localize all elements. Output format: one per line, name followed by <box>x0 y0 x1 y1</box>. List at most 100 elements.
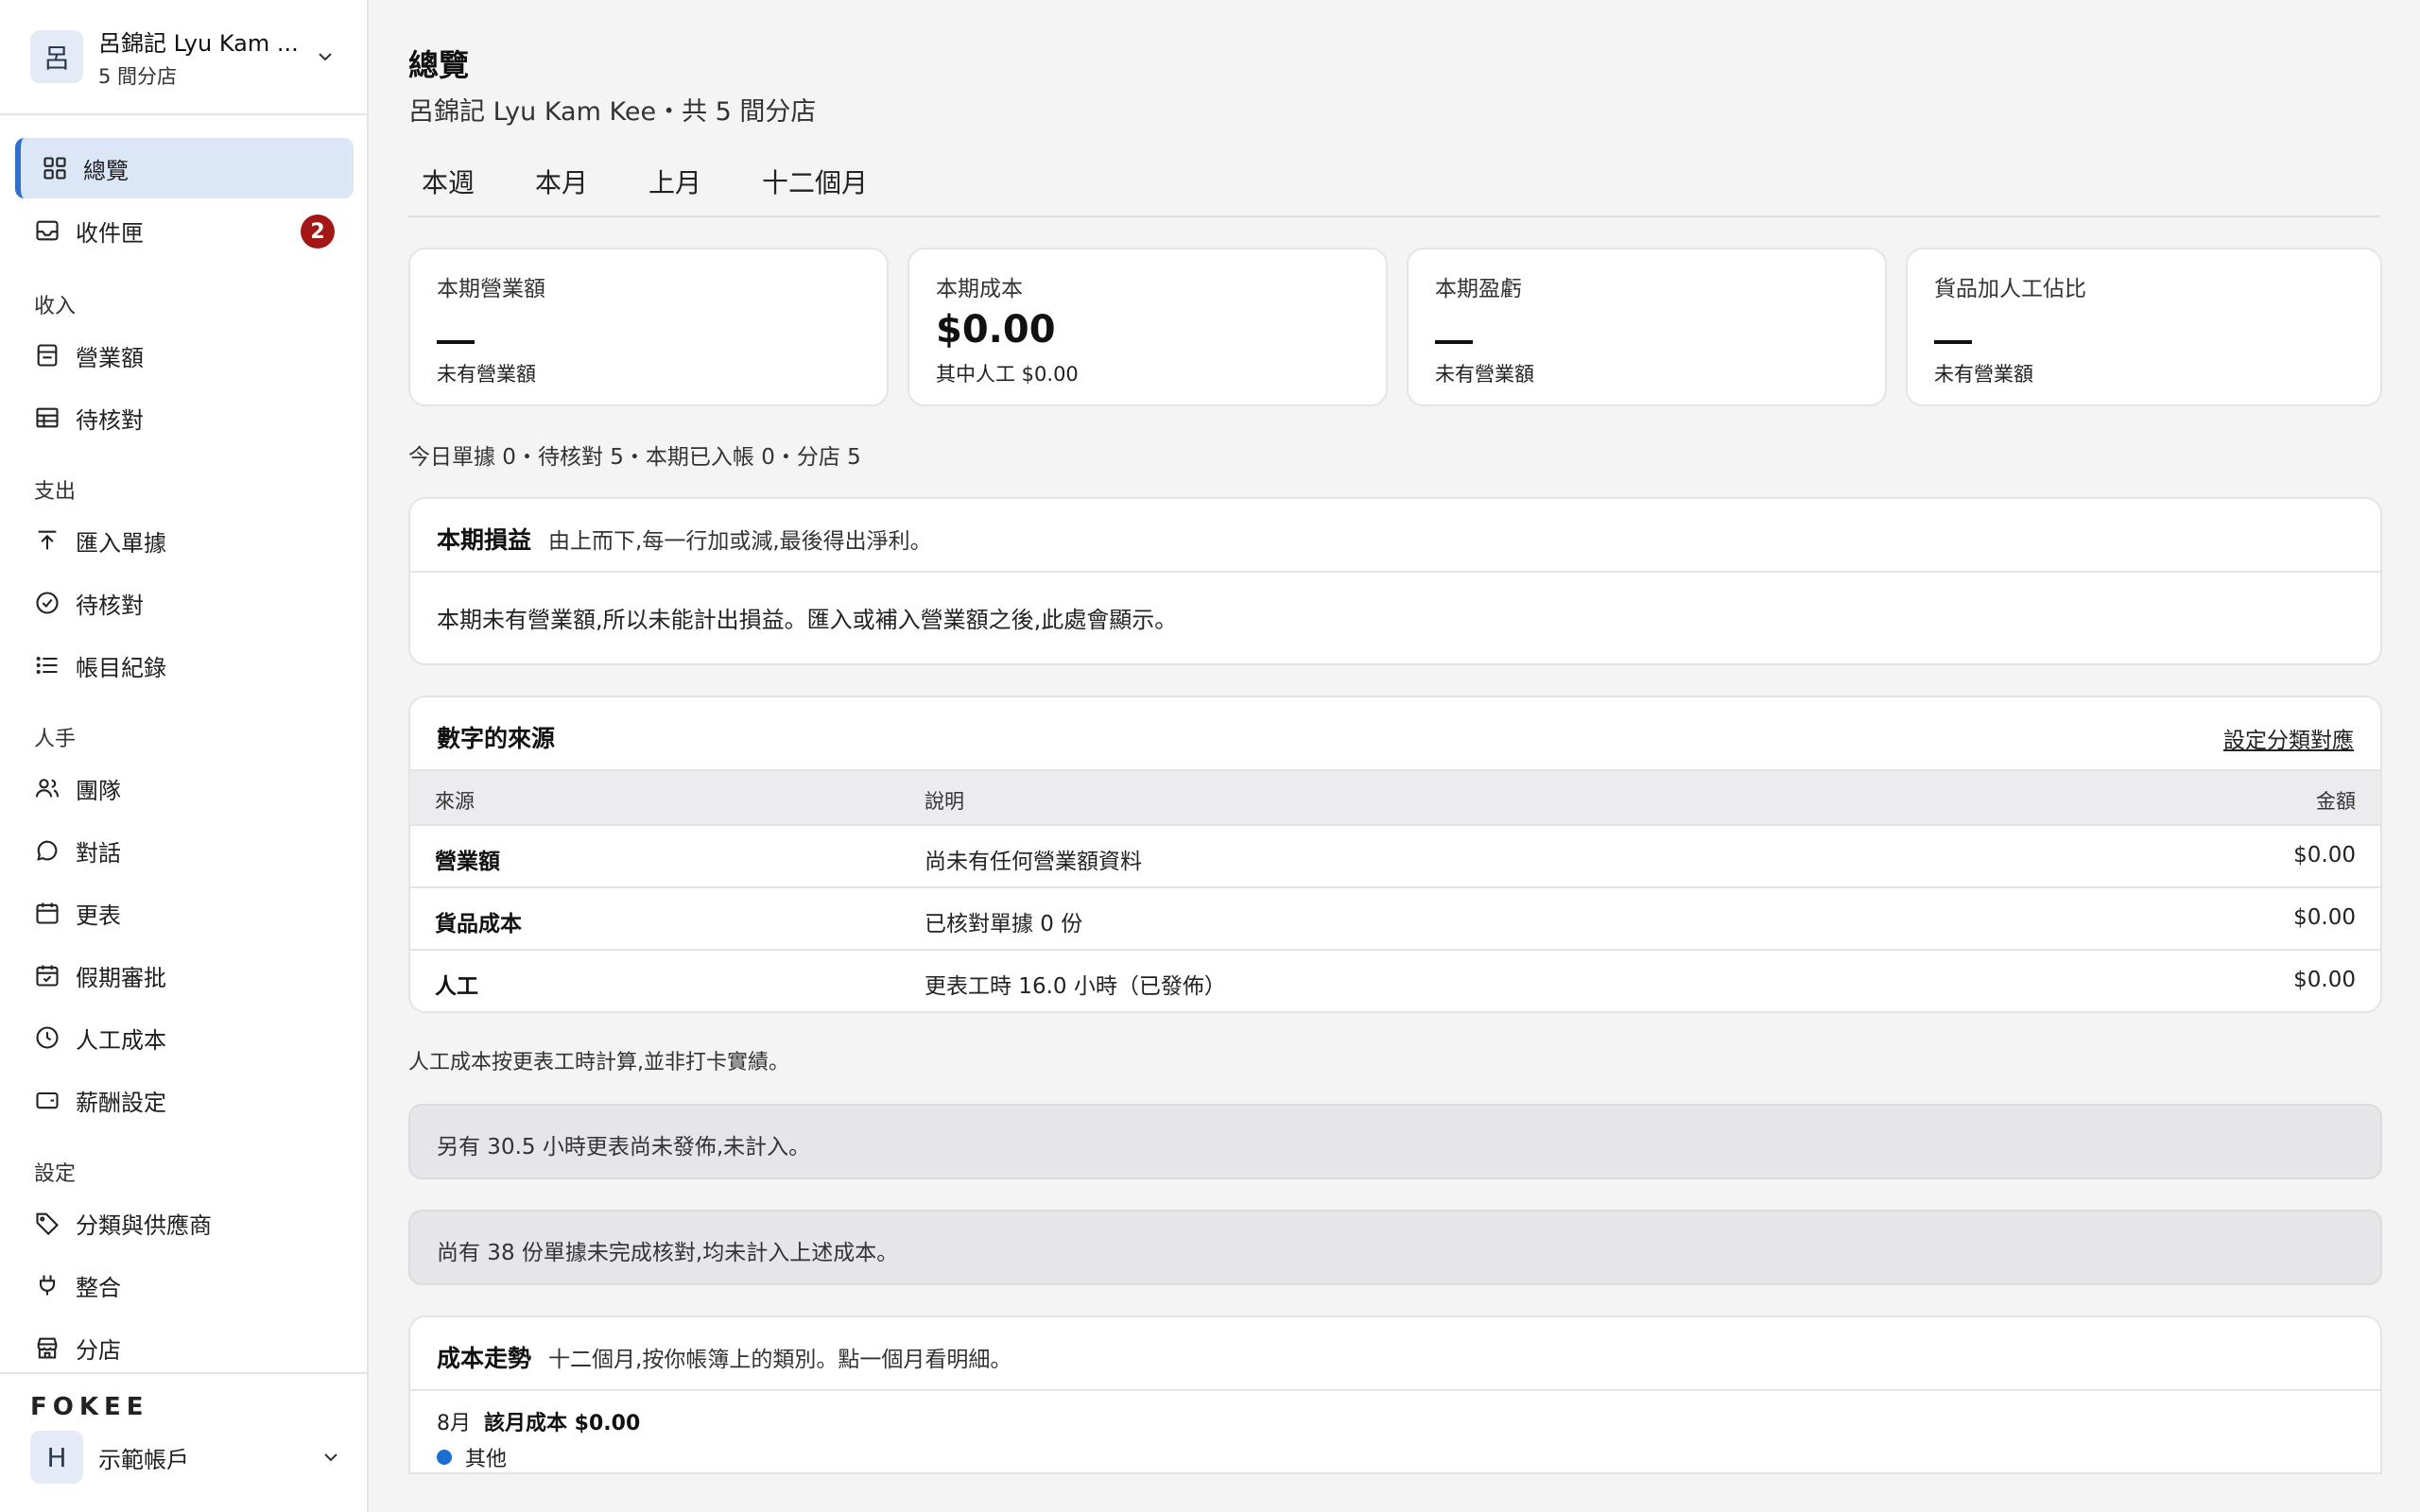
tab-twelve-months[interactable]: 十二個月 <box>762 163 868 200</box>
sidebar-item-ledger[interactable]: 帳目紀錄 <box>15 635 354 696</box>
users-icon <box>35 779 60 798</box>
calendar-icon <box>36 902 59 924</box>
tag-icon <box>36 1212 59 1236</box>
sidebar-item-label: 待核對 <box>76 592 144 619</box>
legend-swatch <box>437 1450 452 1465</box>
section-header-income: 收入 <box>34 295 77 318</box>
sidebar-item-overview[interactable]: 總覽 <box>15 138 354 198</box>
pnl-panel-header: 本期損益 由上而下,每一行加或減,最後得出淨利。 <box>410 499 2380 573</box>
account-switcher[interactable]: H 示範帳戶 <box>30 1427 342 1487</box>
sidebar-item-branches[interactable]: 分店 <box>15 1317 354 1372</box>
sidebar-item-sales[interactable]: 營業額 <box>15 325 354 386</box>
chat-bubble-icon <box>37 840 58 861</box>
period-tabs: 本週 本月 上月 十二個月 <box>408 155 2380 217</box>
row-description: 更表工時 16.0 小時（已發佈） <box>925 974 1226 999</box>
sidebar-item-team[interactable]: 團隊 <box>15 758 354 818</box>
kpi-label: 貨品加人工佔比 <box>1934 277 2086 301</box>
table-icon <box>36 407 59 428</box>
brand-logo: FOKEE <box>30 1393 149 1421</box>
sidebar-item-label: 總覽 <box>83 157 129 184</box>
callout-text: 尚有 38 份單據未完成核對,均未計入上述成本。 <box>437 1241 899 1265</box>
summary-meta: 今日單據 0・待核對 5・本期已入帳 0・分店 5 <box>408 445 861 470</box>
list-icon <box>36 657 58 674</box>
main-content: 總覽 呂錦記 Lyu Kam Kee・共 5 間分店 本週 本月 上月 十二個月… <box>369 0 2420 1512</box>
kpi-label: 本期營業額 <box>437 277 545 301</box>
kpi-label: 本期盈虧 <box>1435 277 1522 301</box>
sidebar: 呂 呂錦記 Lyu Kam ... 5 間分店 總覽 收件匣 2 收入 營業額 … <box>0 0 369 1512</box>
kpi-note: 未有營業額 <box>1934 363 2033 386</box>
kpi-note: 未有營業額 <box>1435 363 1534 386</box>
pnl-panel: 本期損益 由上而下,每一行加或減,最後得出淨利。 本期未有營業額,所以未能計出損益… <box>408 497 2382 665</box>
tab-this-week[interactable]: 本週 <box>422 163 475 200</box>
upload-icon <box>38 530 57 550</box>
sidebar-item-label: 整合 <box>76 1274 121 1301</box>
labor-cost-note: 人工成本按更表工時計算,並非打卡實績。 <box>408 1051 789 1074</box>
org-name: 呂錦記 Lyu Kam ... <box>98 29 299 57</box>
account-name: 示範帳戶 <box>98 1446 189 1473</box>
trend-month-summary[interactable]: 8月 該月成本 $0.00 <box>437 1406 640 1436</box>
sidebar-footer: FOKEE H 示範帳戶 <box>0 1372 367 1512</box>
sidebar-item-categories[interactable]: 分類與供應商 <box>15 1193 354 1253</box>
sidebar-item-labor-cost[interactable]: 人工成本 <box>15 1007 354 1068</box>
sidebar-item-label: 對話 <box>76 839 121 867</box>
sidebar-item-payroll[interactable]: 薪酬設定 <box>15 1070 354 1130</box>
clock-icon <box>36 1026 59 1049</box>
org-branch-count: 5 間分店 <box>98 64 178 88</box>
kpi-empty-dash <box>437 340 475 344</box>
pnl-description: 由上而下,每一行加或減,最後得出淨利。 <box>548 529 932 554</box>
section-header-settings: 設定 <box>34 1162 77 1186</box>
org-switcher[interactable]: 呂 呂錦記 Lyu Kam ... 5 間分店 <box>0 0 367 115</box>
check-circle-icon <box>36 592 59 614</box>
store-icon <box>37 1337 58 1359</box>
inbox-icon <box>36 220 59 241</box>
unpublished-roster-callout: 另有 30.5 小時更表尚未發佈,未計入。 <box>408 1104 2382 1179</box>
sidebar-item-label: 分類與供應商 <box>76 1211 212 1239</box>
row-source: 人工 <box>435 974 478 999</box>
category-mapping-link[interactable]: 設定分類對應 <box>2223 722 2354 754</box>
legend-label: 其他 <box>465 1448 508 1471</box>
sidebar-item-inbox[interactable]: 收件匣 2 <box>15 200 354 261</box>
org-text: 呂錦記 Lyu Kam ... 5 間分店 <box>98 25 314 90</box>
kpi-note: 未有營業額 <box>437 363 536 386</box>
chevron-down-icon <box>319 53 332 61</box>
sidebar-item-integrations[interactable]: 整合 <box>15 1255 354 1315</box>
sidebar-item-label: 收件匣 <box>76 219 144 247</box>
cost-trend-header: 成本走勢 十二個月,按你帳簿上的類別。點一個月看明細。 <box>410 1317 2380 1391</box>
sidebar-nav: 總覽 收件匣 2 收入 營業額 待核對 支出 匯入單據 待核對 帳目紀錄 人手 … <box>0 115 367 1372</box>
kpi-empty-dash <box>1934 340 1972 344</box>
sidebar-item-import-docs[interactable]: 匯入單據 <box>15 510 354 571</box>
sidebar-item-label: 帳目紀錄 <box>76 654 166 681</box>
callout-text: 另有 30.5 小時更表尚未發佈,未計入。 <box>437 1135 811 1160</box>
sidebar-item-label: 待核對 <box>76 406 144 434</box>
row-description: 已核對單據 0 份 <box>925 912 1083 936</box>
org-avatar: 呂 <box>30 30 83 83</box>
column-header-source: 來源 <box>435 790 475 813</box>
row-amount: $0.00 <box>2293 968 2356 992</box>
cost-trend-title-text: 成本走勢 <box>437 1345 532 1372</box>
sidebar-item-income-pending[interactable]: 待核對 <box>15 387 354 448</box>
tab-this-month[interactable]: 本月 <box>535 163 588 200</box>
account-avatar: H <box>30 1431 83 1484</box>
table-row: 人工 更表工時 16.0 小時（已發佈） $0.00 <box>410 951 2380 1011</box>
sidebar-item-roster[interactable]: 更表 <box>15 883 354 943</box>
sources-panel-header: 數字的來源 設定分類對應 <box>410 697 2380 771</box>
pnl-empty-message: 本期未有營業額,所以未能計出損益。匯入或補入營業額之後,此處會顯示。 <box>437 607 1178 633</box>
row-amount: $0.00 <box>2293 905 2356 930</box>
sidebar-item-expense-pending[interactable]: 待核對 <box>15 573 354 633</box>
cost-trend-description: 十二個月,按你帳簿上的類別。點一個月看明細。 <box>548 1348 1012 1372</box>
sidebar-item-chat[interactable]: 對話 <box>15 820 354 881</box>
section-header-staff: 人手 <box>34 728 77 751</box>
kpi-card-revenue: 本期營業額 未有營業額 <box>408 248 889 406</box>
sidebar-item-label: 分店 <box>76 1336 121 1364</box>
kpi-card-cost: 本期成本 $0.00 其中人工 $0.00 <box>908 248 1388 406</box>
tab-last-month[interactable]: 上月 <box>648 163 701 200</box>
receipt-icon <box>37 344 58 367</box>
row-description: 尚未有任何營業額資料 <box>925 850 1142 874</box>
wallet-icon <box>36 1091 59 1109</box>
pnl-title: 本期損益 由上而下,每一行加或減,最後得出淨利。 <box>437 522 932 556</box>
sidebar-item-label: 團隊 <box>76 777 121 804</box>
column-header-amount: 金額 <box>2316 790 2356 813</box>
trend-legend: 其他 <box>437 1442 507 1472</box>
row-amount: $0.00 <box>2293 843 2356 868</box>
sidebar-item-leave[interactable]: 假期審批 <box>15 945 354 1005</box>
